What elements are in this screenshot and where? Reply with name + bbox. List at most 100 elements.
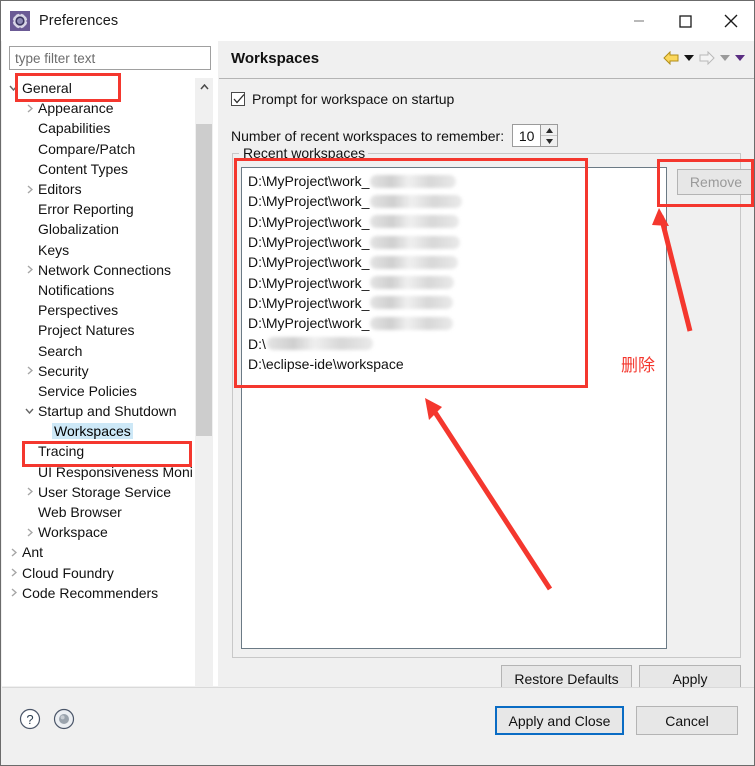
stepper-arrows <box>540 125 558 146</box>
list-item[interactable]: D:\MyProject\work_ <box>242 171 666 191</box>
chevron-right-icon[interactable] <box>23 183 36 196</box>
recent-workspaces-list[interactable]: D:\MyProject\work_ D:\MyProject\work_ D:\M… <box>241 167 667 649</box>
sidebar-item-service-policies[interactable]: Service Policies <box>7 381 193 401</box>
sidebar-item-compare-patch[interactable]: Compare/Patch <box>7 139 193 159</box>
chevron-right-icon[interactable] <box>23 364 36 377</box>
sidebar-item-workspaces[interactable]: Workspaces <box>7 421 193 441</box>
sidebar-item-label: Content Types <box>38 160 129 177</box>
list-item[interactable]: D:\MyProject\work_ <box>242 252 666 272</box>
list-item[interactable]: D:\MyProject\work_ <box>242 272 666 292</box>
view-menu-dropdown-icon[interactable] <box>735 54 745 62</box>
svg-text:?: ? <box>26 712 33 727</box>
sidebar-item-search[interactable]: Search <box>7 340 193 360</box>
stepper-up-icon[interactable] <box>541 125 557 135</box>
list-item[interactable]: D:\MyProject\work_ <box>242 191 666 211</box>
sidebar-item-cloud-foundry[interactable]: Cloud Foundry <box>7 563 193 583</box>
sidebar-item-label: Startup and Shutdown <box>38 403 177 420</box>
sidebar-item-web-browser[interactable]: Web Browser <box>7 502 193 522</box>
sidebar-item-workspace[interactable]: Workspace <box>7 522 193 542</box>
sidebar-item-network-connections[interactable]: Network Connections <box>7 260 193 280</box>
chevron-right-icon[interactable] <box>7 586 20 599</box>
record-icon[interactable] <box>53 708 75 730</box>
back-dropdown-icon[interactable] <box>684 54 694 62</box>
sidebar-item-notifications[interactable]: Notifications <box>7 280 193 300</box>
sidebar-item-label: Compare/Patch <box>38 140 136 157</box>
sidebar-item-label: Perspectives <box>38 302 119 319</box>
sidebar-item-project-natures[interactable]: Project Natures <box>7 320 193 340</box>
dialog-footer: ? Apply and Close Cancel <box>2 687 754 765</box>
sidebar-item-security[interactable]: Security <box>7 361 193 381</box>
maximize-icon[interactable] <box>662 1 708 41</box>
search-input[interactable] <box>9 46 211 70</box>
prompt-for-workspace-label: Prompt for workspace on startup <box>252 91 455 107</box>
chevron-right-icon[interactable] <box>7 566 20 579</box>
workspace-path: D:\MyProject\work_ <box>248 315 370 332</box>
sidebar-item-user-storage-service[interactable]: User Storage Service <box>7 482 193 502</box>
sidebar-item-appearance[interactable]: Appearance <box>7 98 193 118</box>
chevron-right-icon[interactable] <box>23 263 36 276</box>
minimize-icon[interactable] <box>616 1 662 41</box>
sidebar-item-label: User Storage Service <box>38 483 172 500</box>
forward-arrow-icon <box>699 51 715 65</box>
chevron-right-icon[interactable] <box>23 526 36 539</box>
scroll-up-icon[interactable] <box>195 78 213 96</box>
apply-and-close-button[interactable]: Apply and Close <box>495 706 624 735</box>
sidebar-item-capabilities[interactable]: Capabilities <box>7 118 193 138</box>
list-item[interactable]: D:\MyProject\work_ <box>242 313 666 333</box>
tree-vertical-scrollbar[interactable] <box>195 78 213 709</box>
sidebar-item-editors[interactable]: Editors <box>7 179 193 199</box>
quantity-stepper[interactable]: 10 <box>512 124 559 147</box>
sidebar-item-ui-responsiveness-monitoring[interactable]: UI Responsiveness Monitoring <box>7 462 193 482</box>
sidebar-item-label: Ant <box>22 544 44 561</box>
tree-scroll-thumb[interactable] <box>196 124 212 436</box>
sidebar-item-label: General <box>22 80 72 97</box>
list-item[interactable]: D:\MyProject\work_ <box>242 212 666 232</box>
redacted-path-segment <box>370 194 463 208</box>
list-item[interactable]: D:\ <box>242 333 666 353</box>
preferences-tree[interactable]: General Appearance Capabilities Compare/Pat… <box>7 78 193 709</box>
chevron-down-icon[interactable] <box>7 82 20 95</box>
sidebar-item-keys[interactable]: Keys <box>7 240 193 260</box>
sidebar-item-globalization[interactable]: Globalization <box>7 219 193 239</box>
recent-count-value[interactable]: 10 <box>513 125 540 146</box>
redacted-path-segment <box>370 255 459 269</box>
recent-count-label: Number of recent workspaces to remember: <box>231 127 505 144</box>
chevron-right-icon[interactable] <box>23 102 36 115</box>
sidebar-item-ant[interactable]: Ant <box>7 542 193 562</box>
sidebar-item-perspectives[interactable]: Perspectives <box>7 300 193 320</box>
list-item[interactable]: D:\eclipse-ide\workspace <box>242 354 666 374</box>
chevron-right-icon[interactable] <box>7 546 20 559</box>
chevron-down-icon[interactable] <box>23 405 36 418</box>
sidebar-item-code-recommenders[interactable]: Code Recommenders <box>7 583 193 603</box>
sidebar-item-startup-and-shutdown[interactable]: Startup and Shutdown <box>7 401 193 421</box>
sidebar-item-content-types[interactable]: Content Types <box>7 159 193 179</box>
back-arrow-icon[interactable] <box>663 51 679 65</box>
workspace-path: D:\MyProject\work_ <box>248 173 370 190</box>
chevron-right-icon[interactable] <box>23 485 36 498</box>
prompt-for-workspace-checkbox[interactable] <box>231 92 245 106</box>
cancel-button[interactable]: Cancel <box>636 706 738 735</box>
sidebar-item-label: Network Connections <box>38 261 172 278</box>
gear-icon <box>10 11 30 31</box>
stepper-down-icon[interactable] <box>541 135 558 146</box>
redacted-path-segment <box>266 337 373 351</box>
list-item[interactable]: D:\MyProject\work_ <box>242 232 666 252</box>
workspace-path: D:\MyProject\work_ <box>248 254 370 271</box>
sidebar-item-tracing[interactable]: Tracing <box>7 441 193 461</box>
prompt-for-workspace-row[interactable]: Prompt for workspace on startup <box>231 91 454 107</box>
list-item[interactable]: D:\MyProject\work_ <box>242 293 666 313</box>
sidebar-item-error-reporting[interactable]: Error Reporting <box>7 199 193 219</box>
close-icon[interactable] <box>708 1 754 41</box>
remove-button[interactable]: Remove <box>677 169 754 195</box>
sidebar-item-label: Service Policies <box>38 382 137 399</box>
help-icon[interactable]: ? <box>19 708 41 730</box>
sidebar-item-general[interactable]: General <box>7 78 193 98</box>
